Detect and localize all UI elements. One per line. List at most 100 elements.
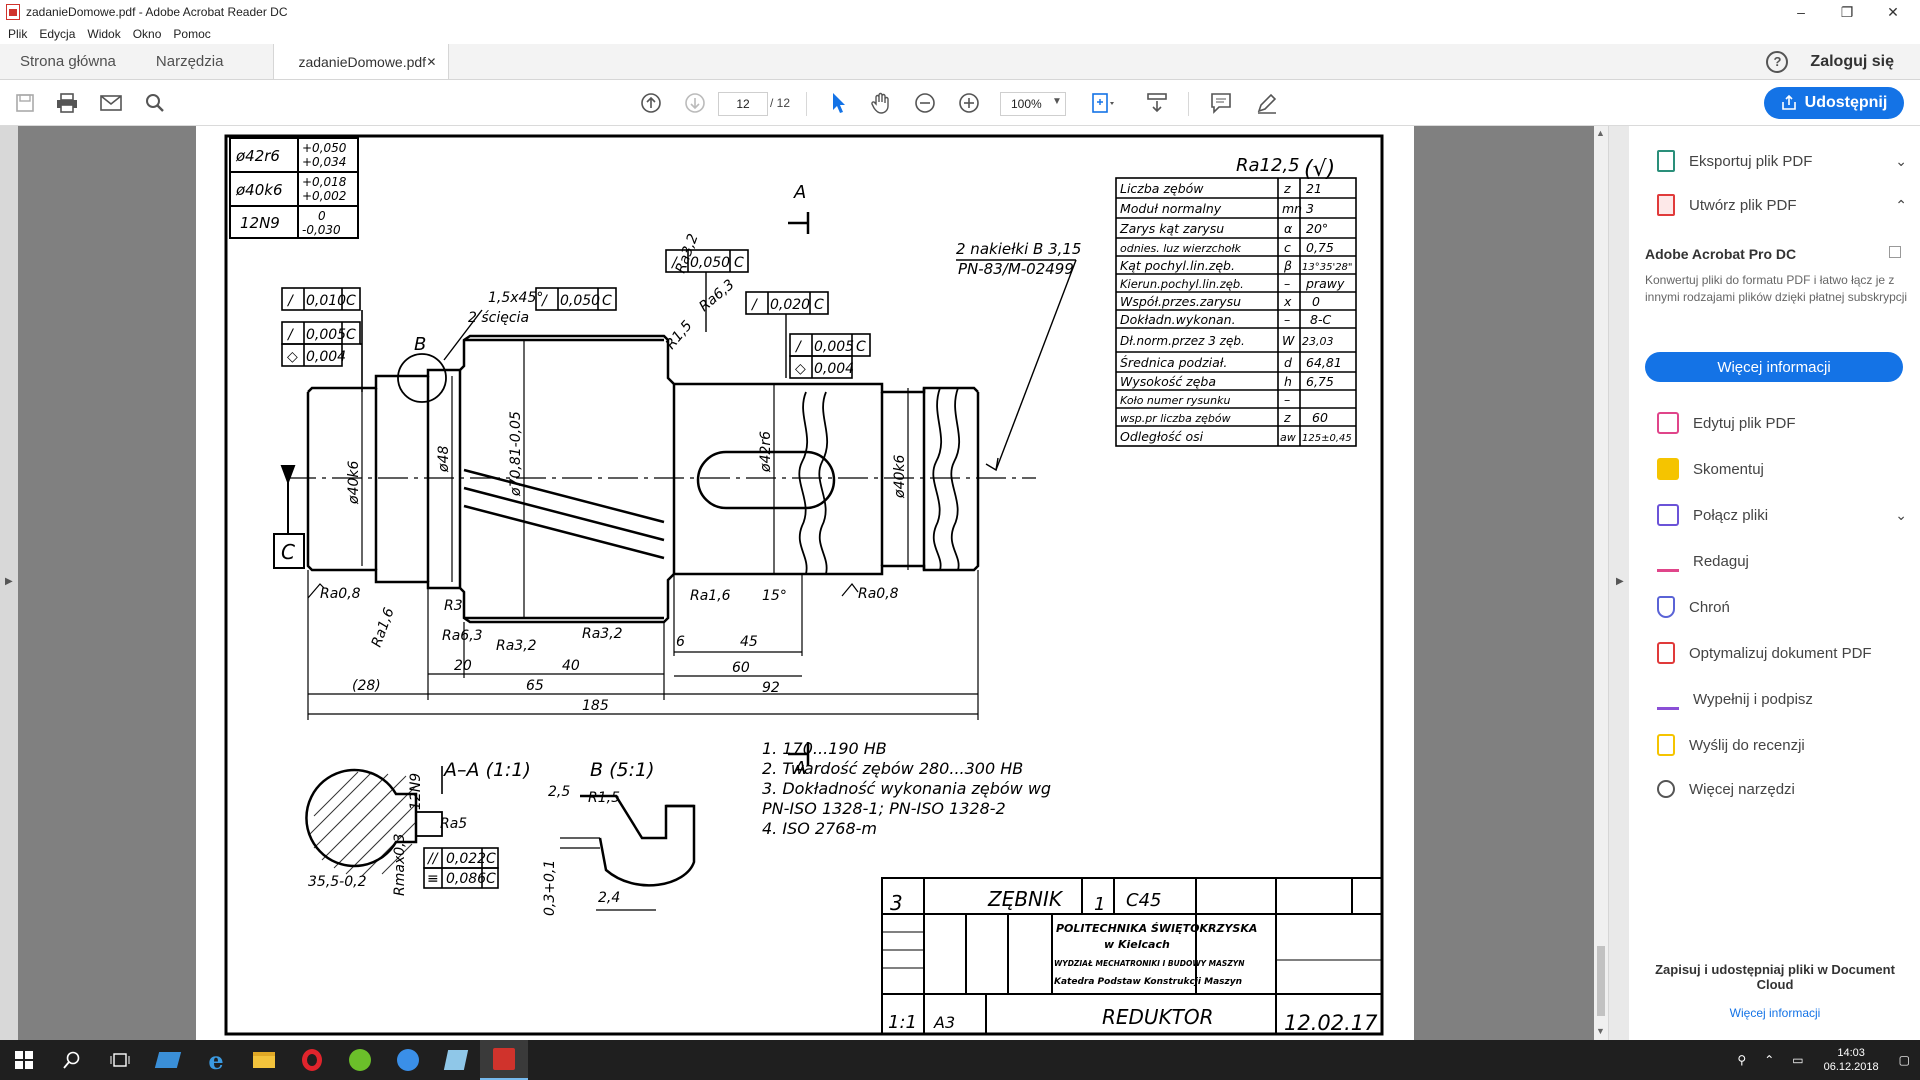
scroll-down-icon[interactable]: ▼ bbox=[1596, 1026, 1605, 1036]
zoom-out-icon[interactable] bbox=[912, 90, 938, 116]
tool-edit-pdf[interactable]: Edytuj plik PDF bbox=[1657, 412, 1907, 434]
fit-upper-2: +0,018 bbox=[302, 175, 347, 189]
tool-comment[interactable]: Skomentuj bbox=[1657, 458, 1907, 480]
chevron-down-icon[interactable]: ⌄ bbox=[1895, 153, 1907, 170]
fit-upper-1: +0,050 bbox=[302, 141, 347, 155]
acrobat-app-icon bbox=[6, 4, 20, 20]
help-icon[interactable]: ? bbox=[1766, 50, 1789, 73]
people-icon[interactable]: ⚲ bbox=[1737, 1053, 1746, 1067]
utorrent-icon[interactable] bbox=[336, 1040, 384, 1080]
opera-icon[interactable] bbox=[288, 1040, 336, 1080]
select-cursor-icon[interactable] bbox=[826, 90, 852, 116]
mail-icon[interactable] bbox=[98, 90, 124, 116]
menu-pomoc[interactable]: Pomoc bbox=[173, 27, 210, 41]
pen-icon[interactable] bbox=[1254, 90, 1280, 116]
pdf-page: ø42r6 +0,050 +0,034 ø40k6 +0,018 +0,002 … bbox=[196, 126, 1414, 1040]
page-total: / 12 bbox=[770, 96, 791, 110]
gear-param-val: 8-C bbox=[1310, 312, 1331, 327]
panel-collapse-handle[interactable]: ▶ bbox=[1609, 126, 1629, 1040]
tool-fill-sign[interactable]: Wypełnij i podpisz bbox=[1657, 688, 1907, 710]
tab-tools[interactable]: Narzędzia bbox=[136, 44, 244, 79]
tool-redact[interactable]: Redaguj bbox=[1657, 550, 1907, 572]
fit-page-icon[interactable] bbox=[1090, 90, 1116, 116]
copy-icon[interactable] bbox=[1889, 246, 1901, 258]
gear-param-sym: W bbox=[1282, 333, 1295, 348]
roughness-mark-3: Ra6,3 bbox=[442, 628, 483, 644]
network-icon[interactable]: ▭ bbox=[1792, 1053, 1803, 1067]
comment-icon[interactable] bbox=[1208, 90, 1234, 116]
maximize-button[interactable]: ❐ bbox=[1824, 0, 1870, 24]
gear-param-label: Wysokość zęba bbox=[1120, 374, 1216, 389]
gear-param-label: Kierun.pochyl.lin.zęb. bbox=[1120, 277, 1244, 291]
tool-combine-files[interactable]: Połącz pliki ⌄ bbox=[1657, 504, 1907, 526]
task-view-icon[interactable] bbox=[96, 1040, 144, 1080]
dim-6: 6 bbox=[676, 634, 685, 650]
gear-param-val: 125±0,45 bbox=[1302, 433, 1352, 444]
tool-export-pdf[interactable]: Eksportuj plik PDF ⌄ bbox=[1657, 150, 1907, 172]
tool-protect[interactable]: Chroń bbox=[1657, 596, 1907, 618]
save-icon[interactable] bbox=[12, 90, 38, 116]
page-number-input[interactable]: 12 bbox=[718, 92, 768, 116]
chevron-up-icon[interactable]: ⌃ bbox=[1895, 197, 1907, 214]
gear-param-sym: – bbox=[1284, 392, 1290, 407]
tool-more-tools[interactable]: Więcej narzędzi bbox=[1657, 780, 1907, 798]
comment-tool-icon bbox=[1657, 458, 1679, 480]
prev-page-icon[interactable] bbox=[638, 90, 664, 116]
scrollbar-thumb[interactable] bbox=[1597, 946, 1605, 1016]
app-icon-2[interactable] bbox=[384, 1040, 432, 1080]
chevron-down-icon[interactable]: ⌄ bbox=[1895, 507, 1907, 524]
print-icon[interactable] bbox=[54, 90, 80, 116]
clock[interactable]: 14:03 06.12.2018 bbox=[1824, 1046, 1879, 1074]
tab-home[interactable]: Strona główna bbox=[0, 44, 136, 79]
search-icon[interactable] bbox=[142, 90, 168, 116]
vertical-scrollbar[interactable]: ▲ ▼ bbox=[1594, 126, 1608, 1040]
menu-widok[interactable]: Widok bbox=[87, 27, 120, 41]
close-icon[interactable]: ✕ bbox=[426, 55, 436, 69]
close-button[interactable]: ✕ bbox=[1870, 0, 1916, 24]
file-explorer-icon[interactable] bbox=[240, 1040, 288, 1080]
tab-document[interactable]: zadanieDomowe.pdf ✕ bbox=[273, 44, 450, 79]
chevron-up-icon[interactable]: ⌃ bbox=[1764, 1053, 1774, 1067]
tol-runout-5: 0,020 bbox=[770, 297, 810, 313]
fit-lower-2: +0,002 bbox=[302, 189, 346, 203]
gear-param-sym: α bbox=[1284, 221, 1293, 236]
tool-label: Chroń bbox=[1689, 598, 1730, 616]
tool-create-pdf[interactable]: Utwórz plik PDF ⌃ bbox=[1657, 194, 1907, 216]
tol-datum-4: C bbox=[734, 255, 744, 271]
app-icon-1[interactable] bbox=[144, 1040, 192, 1080]
scroll-up-icon[interactable]: ▲ bbox=[1596, 128, 1605, 138]
menu-okno[interactable]: Okno bbox=[133, 27, 162, 41]
search-icon[interactable] bbox=[48, 1040, 96, 1080]
left-panel-handle[interactable]: ▶ bbox=[0, 126, 18, 1040]
tool-optimize-pdf[interactable]: Optymalizuj dokument PDF bbox=[1657, 642, 1907, 664]
drawing-number: 12.02.17 bbox=[1284, 1011, 1378, 1035]
centers-note-2: PN-83/M-02499 bbox=[958, 260, 1074, 278]
zoom-in-icon[interactable] bbox=[956, 90, 982, 116]
combine-files-icon bbox=[1657, 504, 1679, 526]
next-page-icon[interactable] bbox=[682, 90, 708, 116]
acrobat-taskbar-icon[interactable] bbox=[480, 1040, 528, 1080]
fill-sign-icon bbox=[1657, 688, 1679, 710]
note-line: 2. Twardość zębów 280...300 HB bbox=[762, 759, 1023, 778]
section-roughness: Ra5 bbox=[440, 816, 467, 832]
app-icon-3[interactable] bbox=[432, 1040, 480, 1080]
menu-edycja[interactable]: Edycja bbox=[39, 27, 75, 41]
tool-send-review[interactable]: Wyślij do recenzji bbox=[1657, 734, 1907, 756]
cloud-more-info-link[interactable]: Więcej informacji bbox=[1645, 1006, 1905, 1020]
menu-plik[interactable]: Plik bbox=[8, 27, 27, 41]
signin-link[interactable]: Zaloguj się bbox=[1810, 53, 1894, 71]
radius-mark-1: R3 bbox=[444, 598, 463, 614]
more-info-button[interactable]: Więcej informacji bbox=[1645, 352, 1903, 382]
scroll-mode-icon[interactable] bbox=[1144, 90, 1170, 116]
separator bbox=[806, 92, 807, 116]
edge-icon[interactable]: e bbox=[192, 1040, 240, 1080]
material: C45 bbox=[1126, 890, 1161, 911]
minimize-button[interactable]: – bbox=[1778, 0, 1824, 24]
chevron-down-icon[interactable]: ▼ bbox=[1052, 96, 1062, 107]
windows-start-icon[interactable] bbox=[0, 1040, 48, 1080]
hand-tool-icon[interactable] bbox=[868, 90, 894, 116]
share-button[interactable]: Udostępnij bbox=[1764, 87, 1904, 119]
tol-runout-2: 0,005 bbox=[306, 327, 346, 343]
angle-mark: 15° bbox=[762, 588, 787, 604]
notification-icon[interactable]: ▢ bbox=[1899, 1053, 1910, 1067]
